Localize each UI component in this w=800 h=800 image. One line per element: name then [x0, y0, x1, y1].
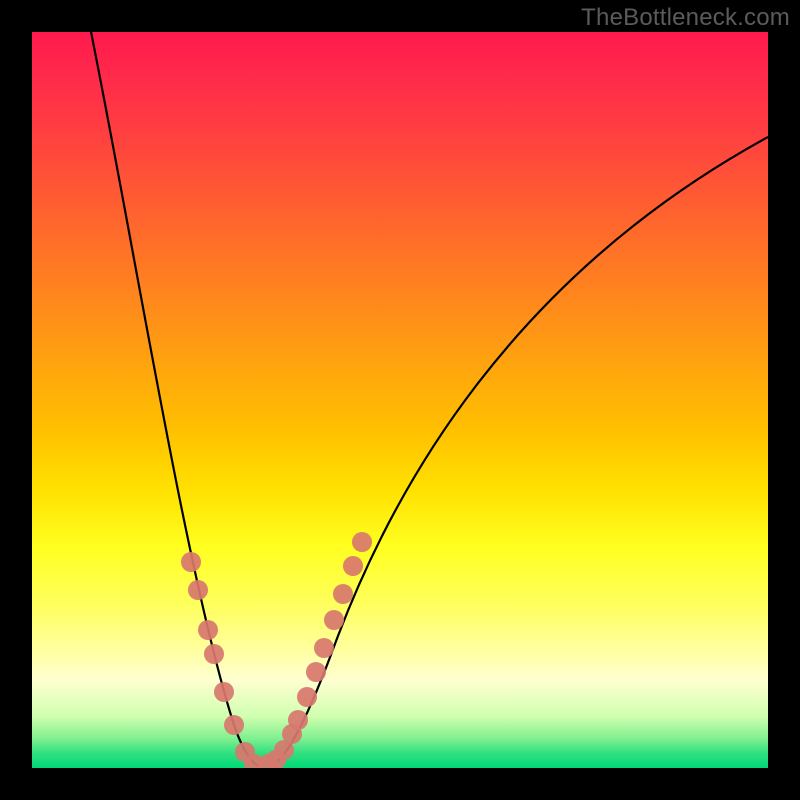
data-marker [214, 682, 234, 702]
plot-area [32, 32, 768, 768]
data-marker [198, 620, 218, 640]
chart-frame: TheBottleneck.com [0, 0, 800, 800]
data-marker [306, 662, 326, 682]
markers-group [181, 532, 372, 768]
curves-svg [32, 32, 768, 768]
data-marker [188, 580, 208, 600]
data-marker [314, 638, 334, 658]
data-marker [352, 532, 372, 552]
data-marker [297, 687, 317, 707]
data-marker [181, 552, 201, 572]
watermark-text: TheBottleneck.com [581, 4, 790, 32]
left-branch-curve [87, 32, 260, 767]
data-marker [288, 710, 308, 730]
data-marker [343, 556, 363, 576]
data-marker [333, 584, 353, 604]
data-marker [204, 644, 224, 664]
data-marker [324, 610, 344, 630]
right-branch-curve [270, 137, 768, 767]
data-marker [224, 715, 244, 735]
